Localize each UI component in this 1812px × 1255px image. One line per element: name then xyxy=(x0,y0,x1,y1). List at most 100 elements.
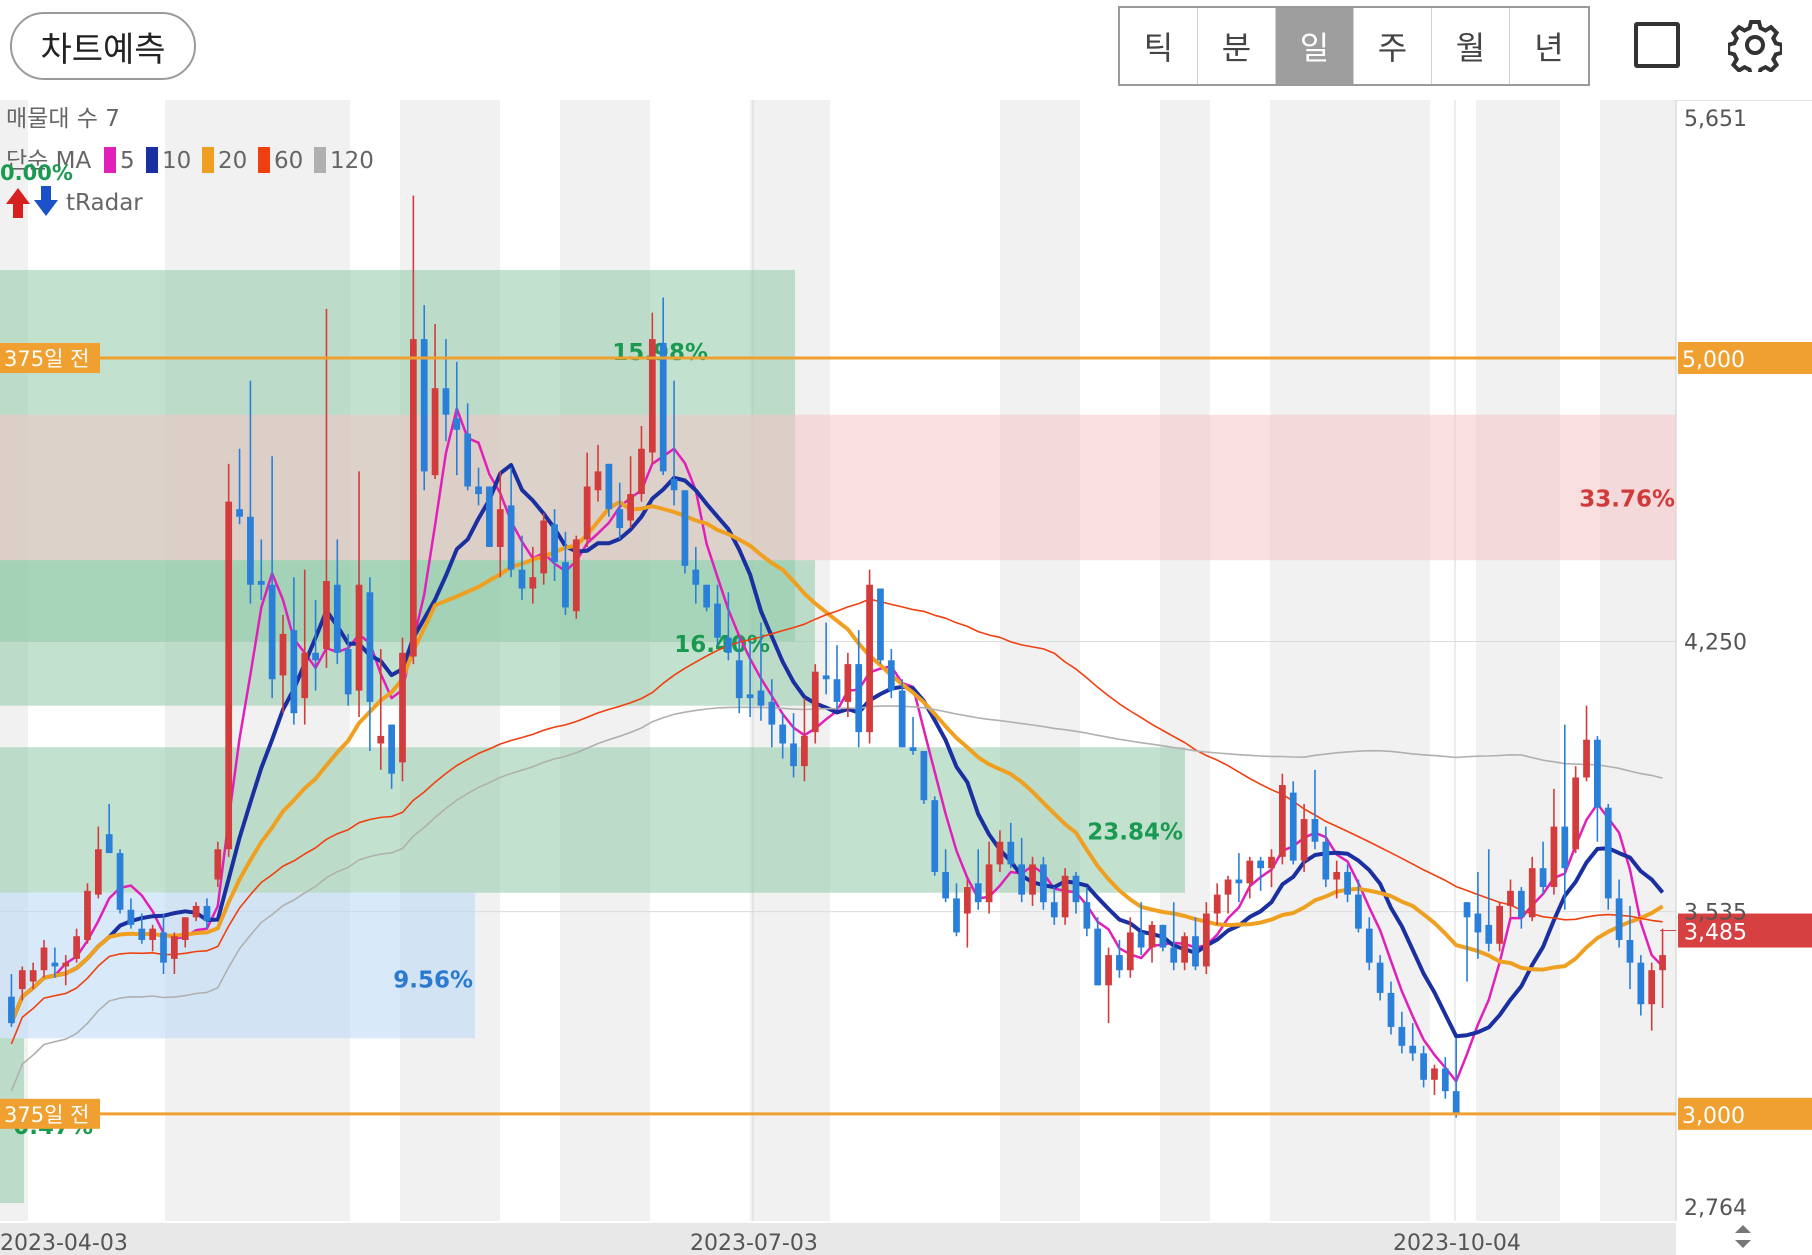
candle[interactable] xyxy=(116,849,124,914)
zone-label-3: 23.84% xyxy=(1087,819,1183,845)
candle-body xyxy=(507,505,515,570)
candle-body xyxy=(833,679,841,702)
volume-profile-label: 매물대 수 7 xyxy=(6,106,120,132)
candle-body xyxy=(431,388,439,476)
period-tab-1[interactable]: 분 xyxy=(1198,8,1276,84)
candle-body xyxy=(1235,879,1243,884)
candle-body xyxy=(1148,924,1156,948)
candle-body xyxy=(464,433,472,487)
candle-body xyxy=(268,584,276,680)
candle[interactable] xyxy=(920,751,928,804)
candle-body xyxy=(377,735,385,744)
candle-body xyxy=(1496,905,1503,944)
candle-body xyxy=(681,490,689,566)
period-tab-2[interactable]: 일 xyxy=(1276,8,1354,84)
month-band-5 xyxy=(1080,100,1160,1221)
candle-body xyxy=(985,864,993,903)
candle-body xyxy=(1105,955,1112,986)
x-axis-label: 2023-07-03 xyxy=(690,1231,818,1255)
period-tab-3[interactable]: 주 xyxy=(1354,8,1432,84)
candle[interactable] xyxy=(1572,766,1580,854)
candle-body xyxy=(344,648,352,695)
candle-body xyxy=(1344,871,1351,895)
candle-body xyxy=(909,747,917,752)
candle-body xyxy=(1463,902,1471,918)
candle[interactable] xyxy=(486,486,493,547)
gear-icon[interactable] xyxy=(1728,18,1782,72)
candle[interactable] xyxy=(399,637,406,782)
candle-body xyxy=(214,849,222,880)
candle-body xyxy=(192,905,200,918)
candle-body xyxy=(703,584,711,608)
period-tab-5[interactable]: 년 xyxy=(1510,8,1588,84)
candle-body xyxy=(388,724,395,774)
candle-body xyxy=(659,342,667,472)
scroll-up-icon[interactable] xyxy=(1735,1225,1751,1233)
candle-body xyxy=(138,928,146,940)
candle-body xyxy=(1376,962,1384,993)
candle-body xyxy=(1279,785,1286,857)
candle[interactable] xyxy=(703,584,711,612)
candle-body xyxy=(1213,894,1221,914)
ma-label-120: 120 xyxy=(330,148,374,174)
candle-body xyxy=(1561,826,1569,869)
candle-body xyxy=(1637,962,1645,1005)
chart-predict-button[interactable]: 차트예측 xyxy=(10,12,196,80)
period-tab-4[interactable]: 월 xyxy=(1432,8,1510,84)
candle[interactable] xyxy=(84,883,91,944)
candle-body xyxy=(877,588,884,661)
candle-body xyxy=(1583,739,1590,778)
candle-body xyxy=(73,936,80,959)
candle[interactable] xyxy=(866,569,873,744)
ma-swatch-5 xyxy=(104,147,116,173)
candle-body xyxy=(1159,924,1167,948)
candle-body xyxy=(1431,1068,1438,1080)
ma-swatch-120 xyxy=(314,147,326,173)
candle-body xyxy=(84,890,91,940)
candle-body xyxy=(1181,936,1188,963)
candle-body xyxy=(181,917,189,940)
candle-body xyxy=(18,970,26,990)
candle[interactable] xyxy=(877,588,884,665)
candle-body xyxy=(312,652,319,661)
single-panel-icon[interactable] xyxy=(1634,22,1680,68)
candle-body xyxy=(1116,955,1123,971)
period-tab-0[interactable]: 틱 xyxy=(1120,8,1198,84)
candle[interactable] xyxy=(572,535,580,619)
candle[interactable] xyxy=(1159,924,1167,952)
y-tick-3: 2,764 xyxy=(1684,1196,1747,1221)
candle[interactable] xyxy=(1279,773,1286,865)
candle[interactable] xyxy=(225,463,233,857)
candle-body xyxy=(203,905,211,922)
candle[interactable] xyxy=(1040,856,1047,910)
scroll-down-icon[interactable] xyxy=(1735,1240,1751,1248)
candle[interactable] xyxy=(1061,868,1069,925)
ma-swatch-20 xyxy=(202,147,214,173)
ma-label-5: 5 xyxy=(120,148,135,174)
candle-body xyxy=(1452,1091,1460,1114)
candle-body xyxy=(1355,894,1362,929)
candle[interactable] xyxy=(681,490,689,574)
candle[interactable] xyxy=(605,463,613,517)
candle-body xyxy=(605,463,613,510)
candle-body xyxy=(1398,1026,1406,1046)
candle-body xyxy=(1474,913,1482,933)
candle-body xyxy=(1311,819,1319,842)
candle-body xyxy=(1072,875,1080,903)
candle[interactable] xyxy=(1604,803,1612,910)
price-chart[interactable]: 15.98%33.76%16.40%23.84%9.56%0.47% 375일 … xyxy=(0,100,1812,1255)
ref-axis-label-0: 5,000 xyxy=(1682,348,1745,373)
candle[interactable] xyxy=(1289,781,1297,865)
candle-body xyxy=(8,996,15,1024)
candle-body xyxy=(963,887,971,914)
candle[interactable] xyxy=(931,796,939,876)
month-band-8 xyxy=(1560,100,1600,1221)
candle-body xyxy=(29,970,37,982)
axis-scroll-icon[interactable] xyxy=(1735,1225,1751,1248)
candle-body xyxy=(1094,928,1102,986)
candle-body xyxy=(279,633,287,676)
candle-body xyxy=(1333,871,1341,880)
candle[interactable] xyxy=(811,664,819,744)
zone-label-2: 16.40% xyxy=(674,632,770,658)
candle-body xyxy=(920,751,928,801)
